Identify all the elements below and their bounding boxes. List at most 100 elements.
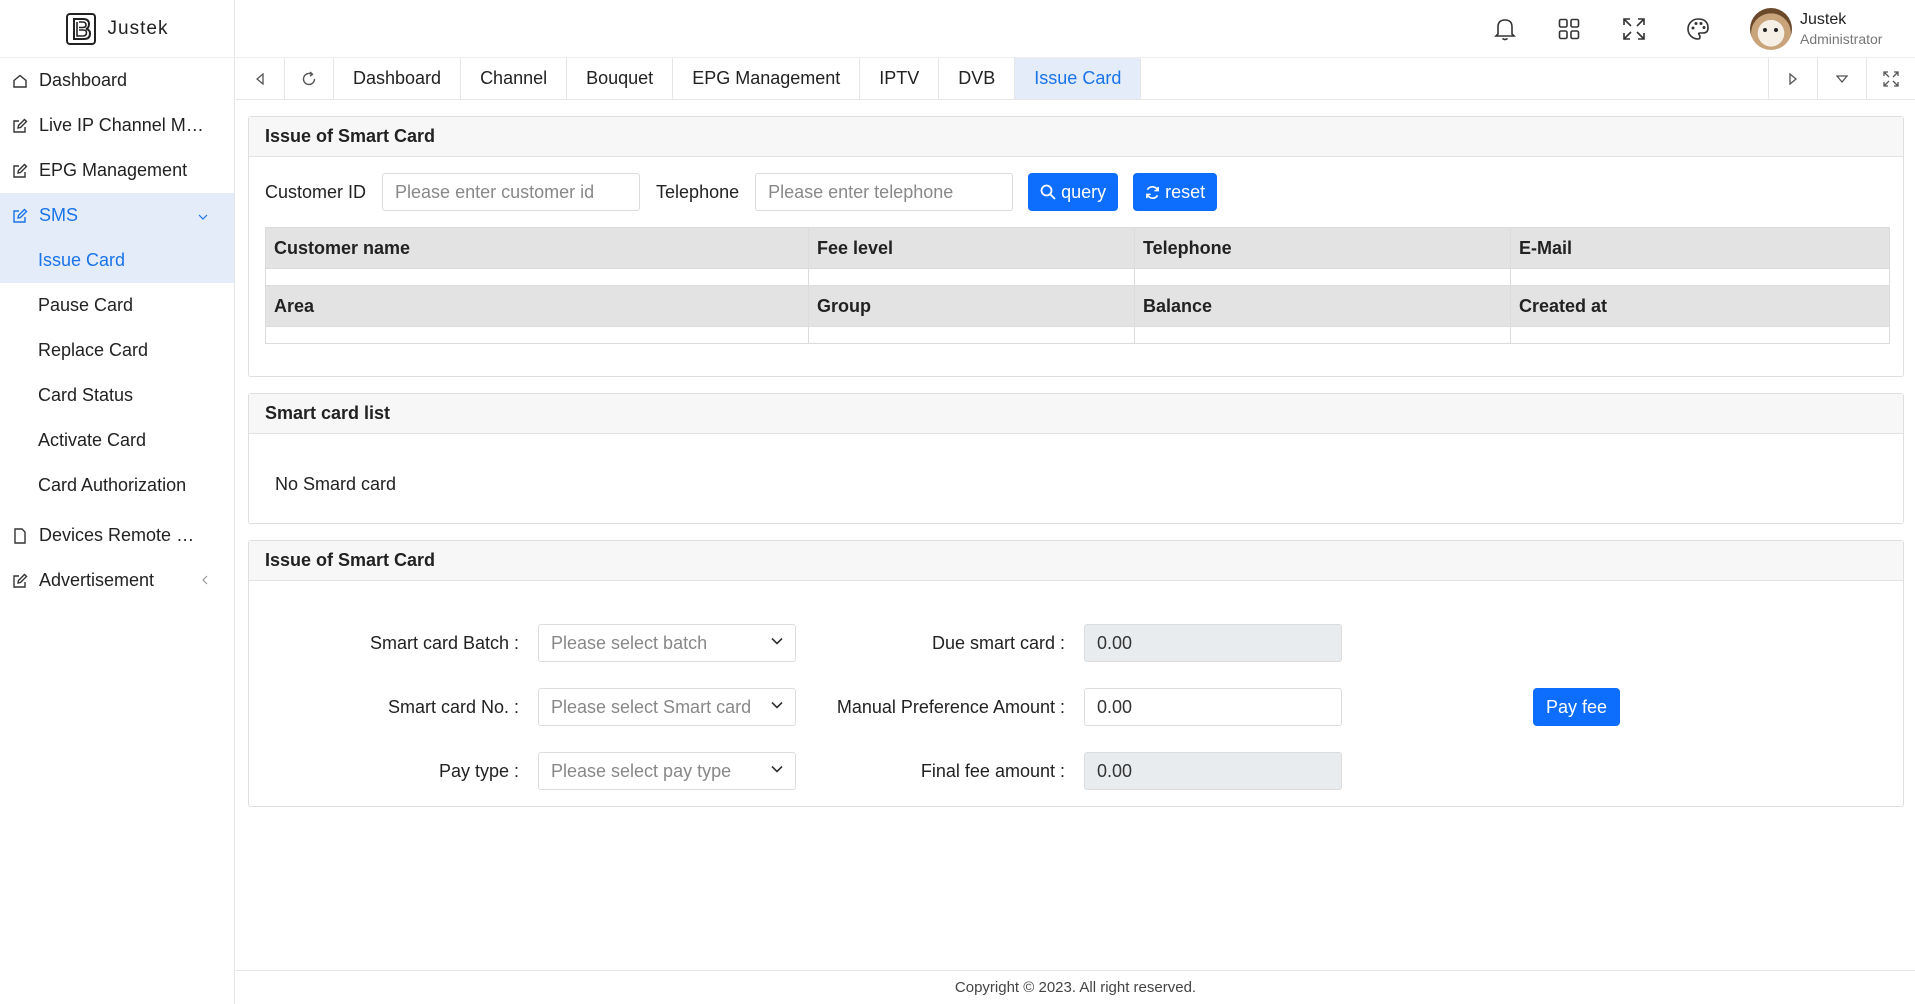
- sidebar-item-epg-management[interactable]: EPG Management: [0, 148, 234, 193]
- app-name: Justek: [107, 17, 169, 39]
- form-row: Smart card No. : Please select Smart car…: [249, 688, 1903, 728]
- bell-icon[interactable]: [1491, 15, 1519, 43]
- balance-header: Balance: [1134, 285, 1511, 327]
- batch-select[interactable]: Please select batch: [538, 624, 796, 662]
- empty-state-text: No Smard card: [275, 474, 397, 494]
- customer-name-header: Customer name: [265, 227, 809, 269]
- fullscreen-icon[interactable]: [1866, 58, 1915, 99]
- edit-icon: [11, 207, 29, 225]
- final-fee-field: 0.00: [1084, 752, 1342, 790]
- sidebar-item-label: Live IP Channel Man...: [39, 115, 209, 135]
- tab-iptv[interactable]: IPTV: [860, 58, 940, 99]
- issue-card-form-panel: Issue of Smart Card Smart card Batch : P…: [248, 540, 1904, 807]
- group-header: Group: [808, 285, 1135, 327]
- user-menu[interactable]: Justek Administrator: [1750, 8, 1882, 50]
- tab-dvb[interactable]: DVB: [939, 58, 1016, 99]
- edit-icon: [11, 117, 29, 135]
- sidebar-item-sms[interactable]: SMS: [0, 193, 234, 238]
- tab-issue-card[interactable]: Issue Card: [1015, 58, 1142, 99]
- justek-logo-icon: [65, 12, 96, 45]
- area-header: Area: [265, 285, 809, 327]
- tab-epg-management[interactable]: EPG Management: [673, 58, 861, 99]
- logo[interactable]: Justek: [0, 0, 234, 58]
- copyright-text: Copyright © 2023. All right reserved.: [954, 979, 1197, 996]
- sidebar-item-label: Advertisement: [39, 570, 155, 590]
- due-smart-card-label: Due smart card :: [931, 633, 1065, 653]
- panel-title: Issue of Smart Card: [249, 541, 1903, 581]
- table-row: [265, 326, 1890, 344]
- telephone-header: Telephone: [1134, 227, 1511, 269]
- sidebar-item-live-ip-channel[interactable]: Live IP Channel Man...: [0, 103, 234, 148]
- tab-bar: Dashboard Channel Bouquet EPG Management…: [236, 58, 1915, 100]
- chevron-left-icon: [202, 574, 208, 588]
- sidebar-subitem-activate-card[interactable]: Activate Card: [0, 418, 234, 463]
- telephone-input[interactable]: [755, 173, 1014, 211]
- sidebar-subitem-issue-card[interactable]: Issue Card: [0, 238, 234, 283]
- refresh-icon[interactable]: [285, 58, 334, 99]
- smart-card-no-label: Smart card No. :: [387, 697, 519, 717]
- smart-card-no-select[interactable]: Please select Smart card: [538, 688, 796, 726]
- table-header-row: Customer name Fee level Telephone E-Mail: [265, 227, 1890, 269]
- customer-search-panel: Issue of Smart Card Customer ID Telephon…: [248, 116, 1904, 377]
- pay-fee-button[interactable]: Pay fee: [1533, 688, 1621, 726]
- due-smart-card-field: 0.00: [1084, 624, 1342, 662]
- user-name: Justek: [1800, 11, 1847, 28]
- edit-icon: [11, 162, 29, 180]
- edit-icon: [11, 572, 29, 590]
- email-header: E-Mail: [1510, 227, 1890, 269]
- reset-button[interactable]: reset: [1133, 173, 1218, 211]
- query-button[interactable]: query: [1028, 173, 1119, 211]
- avatar: [1750, 8, 1792, 50]
- sidebar: Justek Dashboard Live IP Channel Man... …: [0, 0, 235, 1004]
- tab-channel[interactable]: Channel: [461, 58, 568, 99]
- sidebar-item-label: SMS: [39, 205, 79, 225]
- chevron-down-icon: [198, 209, 208, 223]
- query-button-label: query: [1061, 181, 1107, 202]
- sidebar-subitem-pause-card[interactable]: Pause Card: [0, 283, 234, 328]
- home-icon: [11, 72, 29, 90]
- telephone-label: Telephone: [656, 181, 740, 202]
- chevron-down-icon: [771, 701, 783, 709]
- customer-id-label: Customer ID: [265, 181, 367, 202]
- palette-icon[interactable]: [1684, 15, 1712, 43]
- tab-bouquet[interactable]: Bouquet: [567, 58, 674, 99]
- footer: Copyright © 2023. All right reserved.: [236, 970, 1915, 1004]
- sidebar-item-advertisement[interactable]: Advertisement: [0, 558, 234, 603]
- table-header-row: Area Group Balance Created at: [265, 285, 1890, 327]
- fee-level-header: Fee level: [808, 227, 1135, 269]
- customer-info-table: Customer name Fee level Telephone E-Mail…: [265, 227, 1890, 344]
- user-role: Administrator: [1800, 31, 1883, 47]
- refresh-icon: [1146, 185, 1160, 199]
- smart-card-list-panel: Smart card list No Smard card: [248, 393, 1904, 524]
- sidebar-subitem-replace-card[interactable]: Replace Card: [0, 328, 234, 373]
- pay-type-label: Pay type :: [438, 761, 519, 781]
- expand-icon[interactable]: [1620, 15, 1648, 43]
- table-row: [265, 268, 1890, 286]
- manual-preference-input[interactable]: 0.00: [1084, 688, 1342, 726]
- sidebar-subitem-card-status[interactable]: Card Status: [0, 373, 234, 418]
- tab-menu-dropdown-icon[interactable]: [1817, 58, 1866, 99]
- created-at-header: Created at: [1510, 285, 1890, 327]
- chevron-down-icon: [771, 637, 783, 645]
- form-row: Pay type : Please select pay type Final …: [249, 752, 1903, 792]
- grid-icon[interactable]: [1555, 15, 1583, 43]
- search-icon: [1040, 184, 1056, 200]
- pay-type-select[interactable]: Please select pay type: [538, 752, 796, 790]
- search-filters: Customer ID Telephone query reset: [265, 173, 1218, 211]
- customer-id-input[interactable]: [382, 173, 641, 211]
- pay-type-placeholder: Please select pay type: [551, 760, 732, 781]
- batch-select-placeholder: Please select batch: [551, 632, 708, 653]
- sidebar-item-devices-remote[interactable]: Devices Remote Ma...: [0, 513, 234, 558]
- sidebar-subitem-card-authorization[interactable]: Card Authorization: [0, 463, 234, 508]
- form-row: Smart card Batch : Please select batch D…: [249, 624, 1903, 664]
- sidebar-item-label: EPG Management: [39, 160, 188, 180]
- panel-title: Smart card list: [249, 394, 1903, 434]
- sidebar-item-dashboard[interactable]: Dashboard: [0, 58, 234, 103]
- tab-scroll-right-icon[interactable]: [1768, 58, 1817, 99]
- smart-card-no-placeholder: Please select Smart card: [551, 696, 752, 717]
- final-fee-label: Final fee amount :: [920, 761, 1065, 781]
- chevron-down-icon: [771, 765, 783, 773]
- tab-dashboard[interactable]: Dashboard: [334, 58, 462, 99]
- panel-title: Issue of Smart Card: [249, 117, 1903, 157]
- tab-scroll-left-icon[interactable]: [236, 58, 285, 99]
